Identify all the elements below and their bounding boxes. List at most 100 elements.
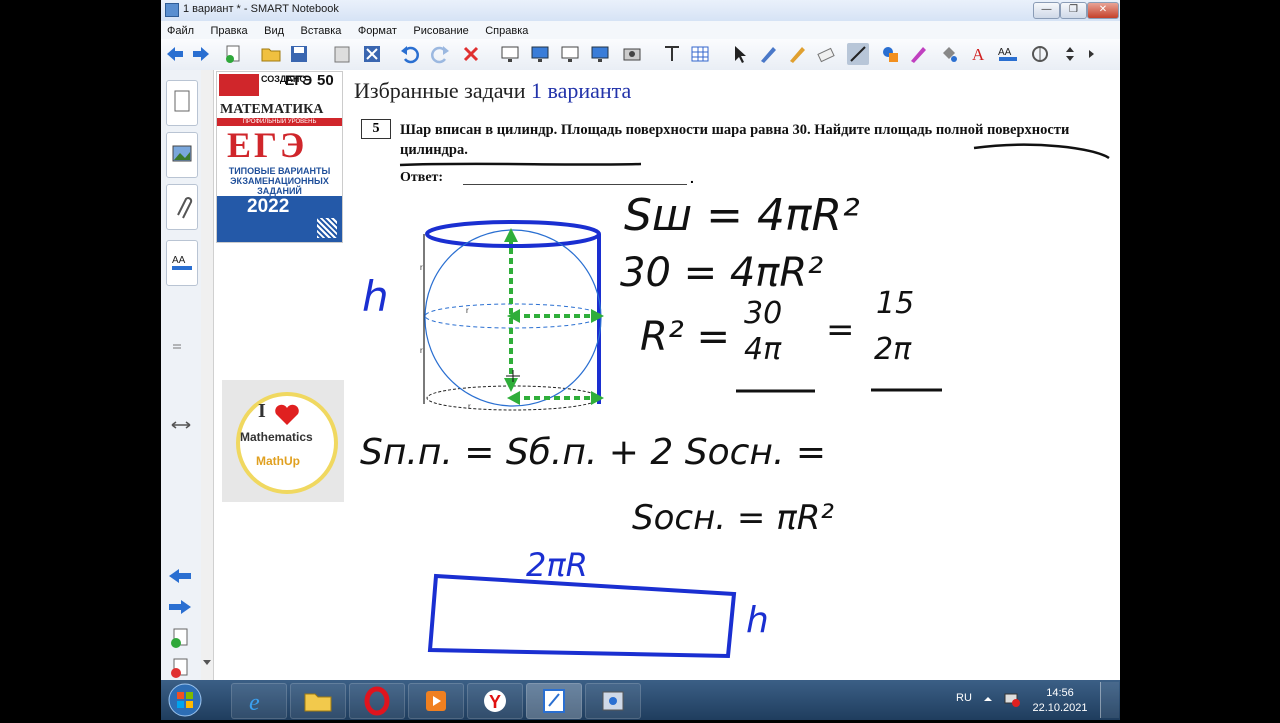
gallery-tab[interactable] bbox=[166, 132, 198, 178]
menu-bar: Файл Правка Вид Вставка Формат Рисование… bbox=[161, 21, 1120, 40]
menu-format[interactable]: Формат bbox=[352, 23, 403, 37]
menu-edit[interactable]: Правка bbox=[205, 23, 254, 37]
show-desktop-button[interactable] bbox=[1100, 682, 1119, 718]
handwritten-eq5: Sосн. = πR² bbox=[632, 498, 834, 538]
toolbar: A AA bbox=[161, 39, 1120, 71]
handwritten-eq4: Sп.п. = Sб.п. + 2 Sосн. = bbox=[360, 432, 826, 473]
eraser-icon[interactable] bbox=[815, 43, 837, 65]
svg-text:Y: Y bbox=[489, 692, 501, 712]
fill-icon[interactable] bbox=[937, 43, 959, 65]
explorer-task[interactable] bbox=[290, 683, 346, 719]
media-icon bbox=[426, 691, 446, 711]
add-page-icon[interactable] bbox=[222, 43, 244, 65]
creative-pen-icon[interactable] bbox=[786, 43, 808, 65]
shapes-tool-icon[interactable] bbox=[879, 43, 901, 65]
smart-notebook-task[interactable] bbox=[526, 683, 582, 719]
smart-notebook-window: 1 вариант * - SMART Notebook — ❐ ✕ Файл … bbox=[161, 0, 1120, 720]
scroll-down-arrow[interactable] bbox=[203, 660, 211, 665]
handwritten-eq3-lhs: R² = bbox=[640, 314, 731, 360]
smart-tools-task[interactable] bbox=[585, 683, 641, 719]
handwritten-frac1-num: 30 bbox=[744, 296, 783, 331]
smart-tools-icon bbox=[602, 691, 624, 711]
clock-time[interactable]: 14:56 bbox=[1033, 687, 1087, 699]
screen-shade-icon[interactable] bbox=[499, 43, 521, 65]
windows-start-icon[interactable] bbox=[167, 682, 203, 718]
svg-text:AA: AA bbox=[998, 47, 1012, 58]
pen-tool-icon[interactable] bbox=[757, 43, 779, 65]
measurement-icon[interactable] bbox=[1029, 43, 1051, 65]
network-icon[interactable] bbox=[1003, 690, 1021, 708]
ie-task[interactable]: e bbox=[231, 683, 287, 719]
notebook-page[interactable]: СОЗДАНО ЕГЭ 50 МАТЕМАТИКА ПРОФИЛЬНЫЙ УРО… bbox=[214, 70, 1120, 680]
delete-icon[interactable] bbox=[460, 43, 482, 65]
paste-icon[interactable] bbox=[331, 43, 353, 65]
handwritten-rect-right: h bbox=[746, 600, 769, 641]
open-file-icon[interactable] bbox=[260, 43, 282, 65]
gallery-icon bbox=[172, 145, 192, 162]
svg-text:e: e bbox=[249, 690, 260, 716]
title-bar: 1 вариант * - SMART Notebook — ❐ ✕ bbox=[161, 0, 1120, 22]
menu-file[interactable]: Файл bbox=[161, 23, 200, 37]
handwritten-frac2-num: 15 bbox=[876, 286, 915, 321]
capture-icon[interactable] bbox=[621, 43, 643, 65]
delete-page-icon[interactable] bbox=[361, 43, 383, 65]
page-sorter-icon bbox=[174, 90, 190, 112]
insert-table-icon[interactable] bbox=[689, 43, 711, 65]
show-all-icon[interactable] bbox=[529, 43, 551, 65]
next-page-icon[interactable] bbox=[166, 597, 194, 617]
yandex-icon: Y bbox=[484, 690, 506, 712]
text-tool-icon[interactable]: A bbox=[968, 43, 990, 65]
forward-arrow-icon[interactable] bbox=[190, 43, 212, 65]
cyl-label-r4: r bbox=[468, 402, 471, 411]
menu-help[interactable]: Справка bbox=[479, 23, 534, 37]
close-button[interactable]: ✕ bbox=[1087, 2, 1119, 19]
dual-page-icon[interactable] bbox=[589, 43, 611, 65]
move-toolbar-icon[interactable] bbox=[1059, 43, 1081, 65]
media-task[interactable] bbox=[408, 683, 464, 719]
maximize-button[interactable]: ❐ bbox=[1060, 2, 1087, 19]
language-indicator[interactable]: RU bbox=[956, 692, 972, 704]
line-tool-icon[interactable] bbox=[847, 43, 869, 65]
properties-tab[interactable]: AA bbox=[166, 240, 198, 286]
save-icon[interactable] bbox=[288, 43, 310, 65]
handwritten-eq2: 30 = 4πR² bbox=[620, 250, 824, 296]
back-arrow-icon[interactable] bbox=[164, 43, 186, 65]
window-title: 1 вариант * - SMART Notebook bbox=[183, 3, 339, 15]
side-panel-tabs: AA bbox=[161, 70, 202, 680]
menu-insert[interactable]: Вставка bbox=[294, 23, 347, 37]
underline-2 bbox=[973, 143, 1110, 160]
properties-icon[interactable]: AA bbox=[997, 43, 1019, 65]
resize-arrows-icon[interactable] bbox=[169, 418, 193, 432]
add-page-side-icon[interactable] bbox=[168, 627, 192, 651]
properties-tab-icon: AA bbox=[172, 255, 192, 270]
prev-page-icon[interactable] bbox=[166, 566, 194, 586]
menu-view[interactable]: Вид bbox=[258, 23, 290, 37]
explorer-icon bbox=[304, 693, 332, 712]
svg-text:A: A bbox=[972, 45, 985, 64]
display-screen-icon[interactable] bbox=[559, 43, 581, 65]
app-icon bbox=[165, 3, 179, 17]
vertical-scrollbar[interactable] bbox=[201, 70, 214, 680]
table-tool-icon[interactable] bbox=[661, 43, 683, 65]
cyl-label-r2: r bbox=[420, 346, 423, 355]
handwritten-frac1-den: 4π bbox=[744, 332, 782, 367]
delete-page-side-icon[interactable] bbox=[168, 657, 192, 681]
panel-menu-icon[interactable] bbox=[171, 342, 191, 352]
ie-icon: e bbox=[249, 690, 260, 716]
page-sorter-tab[interactable] bbox=[166, 80, 198, 126]
menu-draw[interactable]: Рисование bbox=[407, 23, 474, 37]
redo-icon[interactable] bbox=[429, 43, 451, 65]
more-icon[interactable] bbox=[1081, 43, 1103, 65]
undo-icon[interactable] bbox=[399, 43, 421, 65]
clock-date[interactable]: 22.10.2021 bbox=[1027, 702, 1093, 714]
attachments-tab[interactable] bbox=[166, 184, 198, 230]
annotation-layer bbox=[399, 143, 1110, 659]
opera-task[interactable] bbox=[349, 683, 405, 719]
notebook-icon bbox=[543, 689, 565, 713]
yandex-task[interactable]: Y bbox=[467, 683, 523, 719]
handwritten-h-left: h bbox=[362, 272, 389, 321]
magic-pen-icon[interactable] bbox=[907, 43, 929, 65]
minimize-button[interactable]: — bbox=[1033, 2, 1060, 19]
select-tool-icon[interactable] bbox=[729, 43, 751, 65]
tray-expand-icon[interactable] bbox=[983, 694, 993, 704]
